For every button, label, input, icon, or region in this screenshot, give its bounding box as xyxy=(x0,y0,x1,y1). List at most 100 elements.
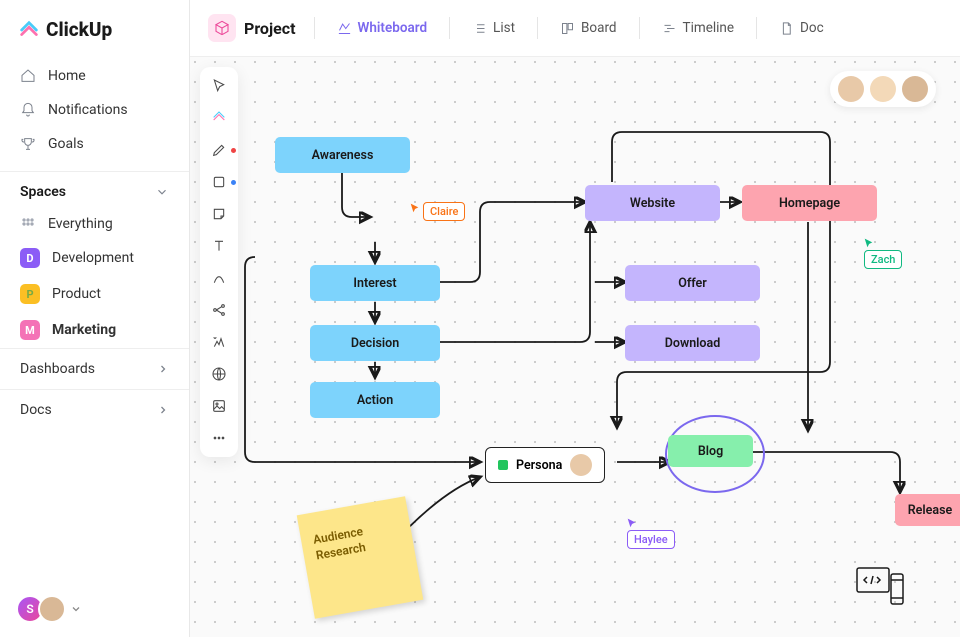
space-everything-label: Everything xyxy=(48,216,113,232)
grid-icon xyxy=(20,216,36,232)
nav-docs[interactable]: Docs xyxy=(0,389,189,430)
space-chip-d: D xyxy=(20,248,40,268)
pen-icon xyxy=(211,142,227,158)
tool-web[interactable] xyxy=(210,365,228,383)
main: Project Whiteboard List Board Timeline D… xyxy=(190,0,960,637)
tool-chart[interactable] xyxy=(210,333,228,351)
cursor-zach: Zach xyxy=(862,237,902,266)
space-product[interactable]: PProduct xyxy=(0,276,189,312)
chevron-right-icon xyxy=(157,404,169,416)
dev-icon xyxy=(855,564,905,612)
separator xyxy=(449,17,450,39)
user-avatars[interactable]: S xyxy=(16,595,82,623)
clickup-logo-icon xyxy=(18,19,40,41)
nav-notifications-label: Notifications xyxy=(48,102,128,118)
presence-avatar-3[interactable] xyxy=(902,76,928,102)
canvas-toolbar xyxy=(200,67,238,457)
nav-home[interactable]: Home xyxy=(0,59,189,93)
node-interest[interactable]: Interest xyxy=(310,265,440,301)
tool-select[interactable] xyxy=(210,77,228,95)
tool-relation[interactable] xyxy=(210,301,228,319)
spaces-header[interactable]: Spaces xyxy=(0,171,189,208)
presence-avatar-2[interactable] xyxy=(870,76,896,102)
presence-avatars[interactable] xyxy=(830,71,936,107)
image-icon xyxy=(211,398,227,414)
text-icon xyxy=(211,238,227,254)
cursor-icon xyxy=(211,78,227,94)
sticky-note[interactable]: Audience Research xyxy=(297,496,424,619)
separator xyxy=(756,17,757,39)
node-persona[interactable]: Persona xyxy=(485,447,605,483)
bell-icon xyxy=(20,102,36,118)
spaces-header-label: Spaces xyxy=(20,184,66,200)
tab-list[interactable]: List xyxy=(462,14,525,42)
tab-doc[interactable]: Doc xyxy=(769,14,834,42)
project-icon[interactable] xyxy=(208,14,236,42)
nav-dashboards-label: Dashboards xyxy=(20,361,95,377)
node-release[interactable]: Release xyxy=(895,494,960,526)
tool-clickup[interactable] xyxy=(210,109,228,127)
persona-avatar xyxy=(570,454,592,476)
tab-whiteboard[interactable]: Whiteboard xyxy=(327,14,438,42)
square-icon xyxy=(211,174,227,190)
doc-icon xyxy=(779,21,794,36)
space-development[interactable]: D Development xyxy=(0,240,189,276)
list-icon xyxy=(472,21,487,36)
tab-doc-label: Doc xyxy=(800,20,824,36)
node-awareness[interactable]: Awareness xyxy=(275,137,410,173)
node-action[interactable]: Action xyxy=(310,382,440,418)
connector-icon xyxy=(211,270,227,286)
tool-connector[interactable] xyxy=(210,269,228,287)
tool-shape[interactable] xyxy=(210,173,228,191)
chevron-right-icon xyxy=(157,363,169,375)
sparkle-icon xyxy=(211,334,227,350)
persona-status-icon xyxy=(498,460,508,470)
relation-icon xyxy=(211,302,227,318)
tool-sticky[interactable] xyxy=(210,205,228,223)
tab-timeline[interactable]: Timeline xyxy=(652,14,745,42)
project-title: Project xyxy=(244,19,296,38)
avatar-other[interactable] xyxy=(38,595,66,623)
clickup-icon xyxy=(211,110,227,126)
chevron-down-icon xyxy=(70,603,82,615)
chevron-down-icon xyxy=(155,185,169,199)
board-icon xyxy=(560,21,575,36)
primary-nav: Home Notifications Goals xyxy=(0,55,189,165)
cursor-haylee: Haylee xyxy=(625,517,675,546)
timeline-icon xyxy=(662,21,677,36)
tab-board-label: Board xyxy=(581,20,617,36)
space-development-label: Development xyxy=(52,250,134,266)
trophy-icon xyxy=(20,136,36,152)
logo[interactable]: ClickUp xyxy=(0,0,189,55)
node-blog[interactable]: Blog xyxy=(668,435,753,467)
tab-board[interactable]: Board xyxy=(550,14,627,42)
cursor-icon xyxy=(408,202,421,215)
nav-dashboards[interactable]: Dashboards xyxy=(0,348,189,389)
tool-image[interactable] xyxy=(210,397,228,415)
nav-goals[interactable]: Goals xyxy=(0,127,189,161)
more-icon xyxy=(211,430,227,446)
presence-avatar-1[interactable] xyxy=(838,76,864,102)
node-offer[interactable]: Offer xyxy=(625,265,760,301)
tool-pen[interactable] xyxy=(210,141,228,159)
tool-text[interactable] xyxy=(210,237,228,255)
node-decision[interactable]: Decision xyxy=(310,325,440,361)
topbar: Project Whiteboard List Board Timeline D… xyxy=(190,0,960,57)
space-everything[interactable]: Everything xyxy=(0,208,189,240)
space-chip-m: M xyxy=(20,320,40,340)
node-website[interactable]: Website xyxy=(585,185,720,221)
globe-icon xyxy=(211,366,227,382)
logo-text: ClickUp xyxy=(46,18,112,41)
separator xyxy=(314,17,315,39)
node-homepage[interactable]: Homepage xyxy=(742,185,877,221)
nav-notifications[interactable]: Notifications xyxy=(0,93,189,127)
space-marketing-label: Marketing xyxy=(52,322,116,338)
space-marketing[interactable]: M Marketing xyxy=(0,312,189,348)
tool-more[interactable] xyxy=(210,429,228,447)
cursor-icon xyxy=(625,517,638,530)
separator xyxy=(639,17,640,39)
home-icon xyxy=(20,68,36,84)
node-download[interactable]: Download xyxy=(625,325,760,361)
space-chip-p: P xyxy=(20,284,40,304)
whiteboard-canvas[interactable]: Awareness Interest Decision Action Websi… xyxy=(190,57,960,637)
